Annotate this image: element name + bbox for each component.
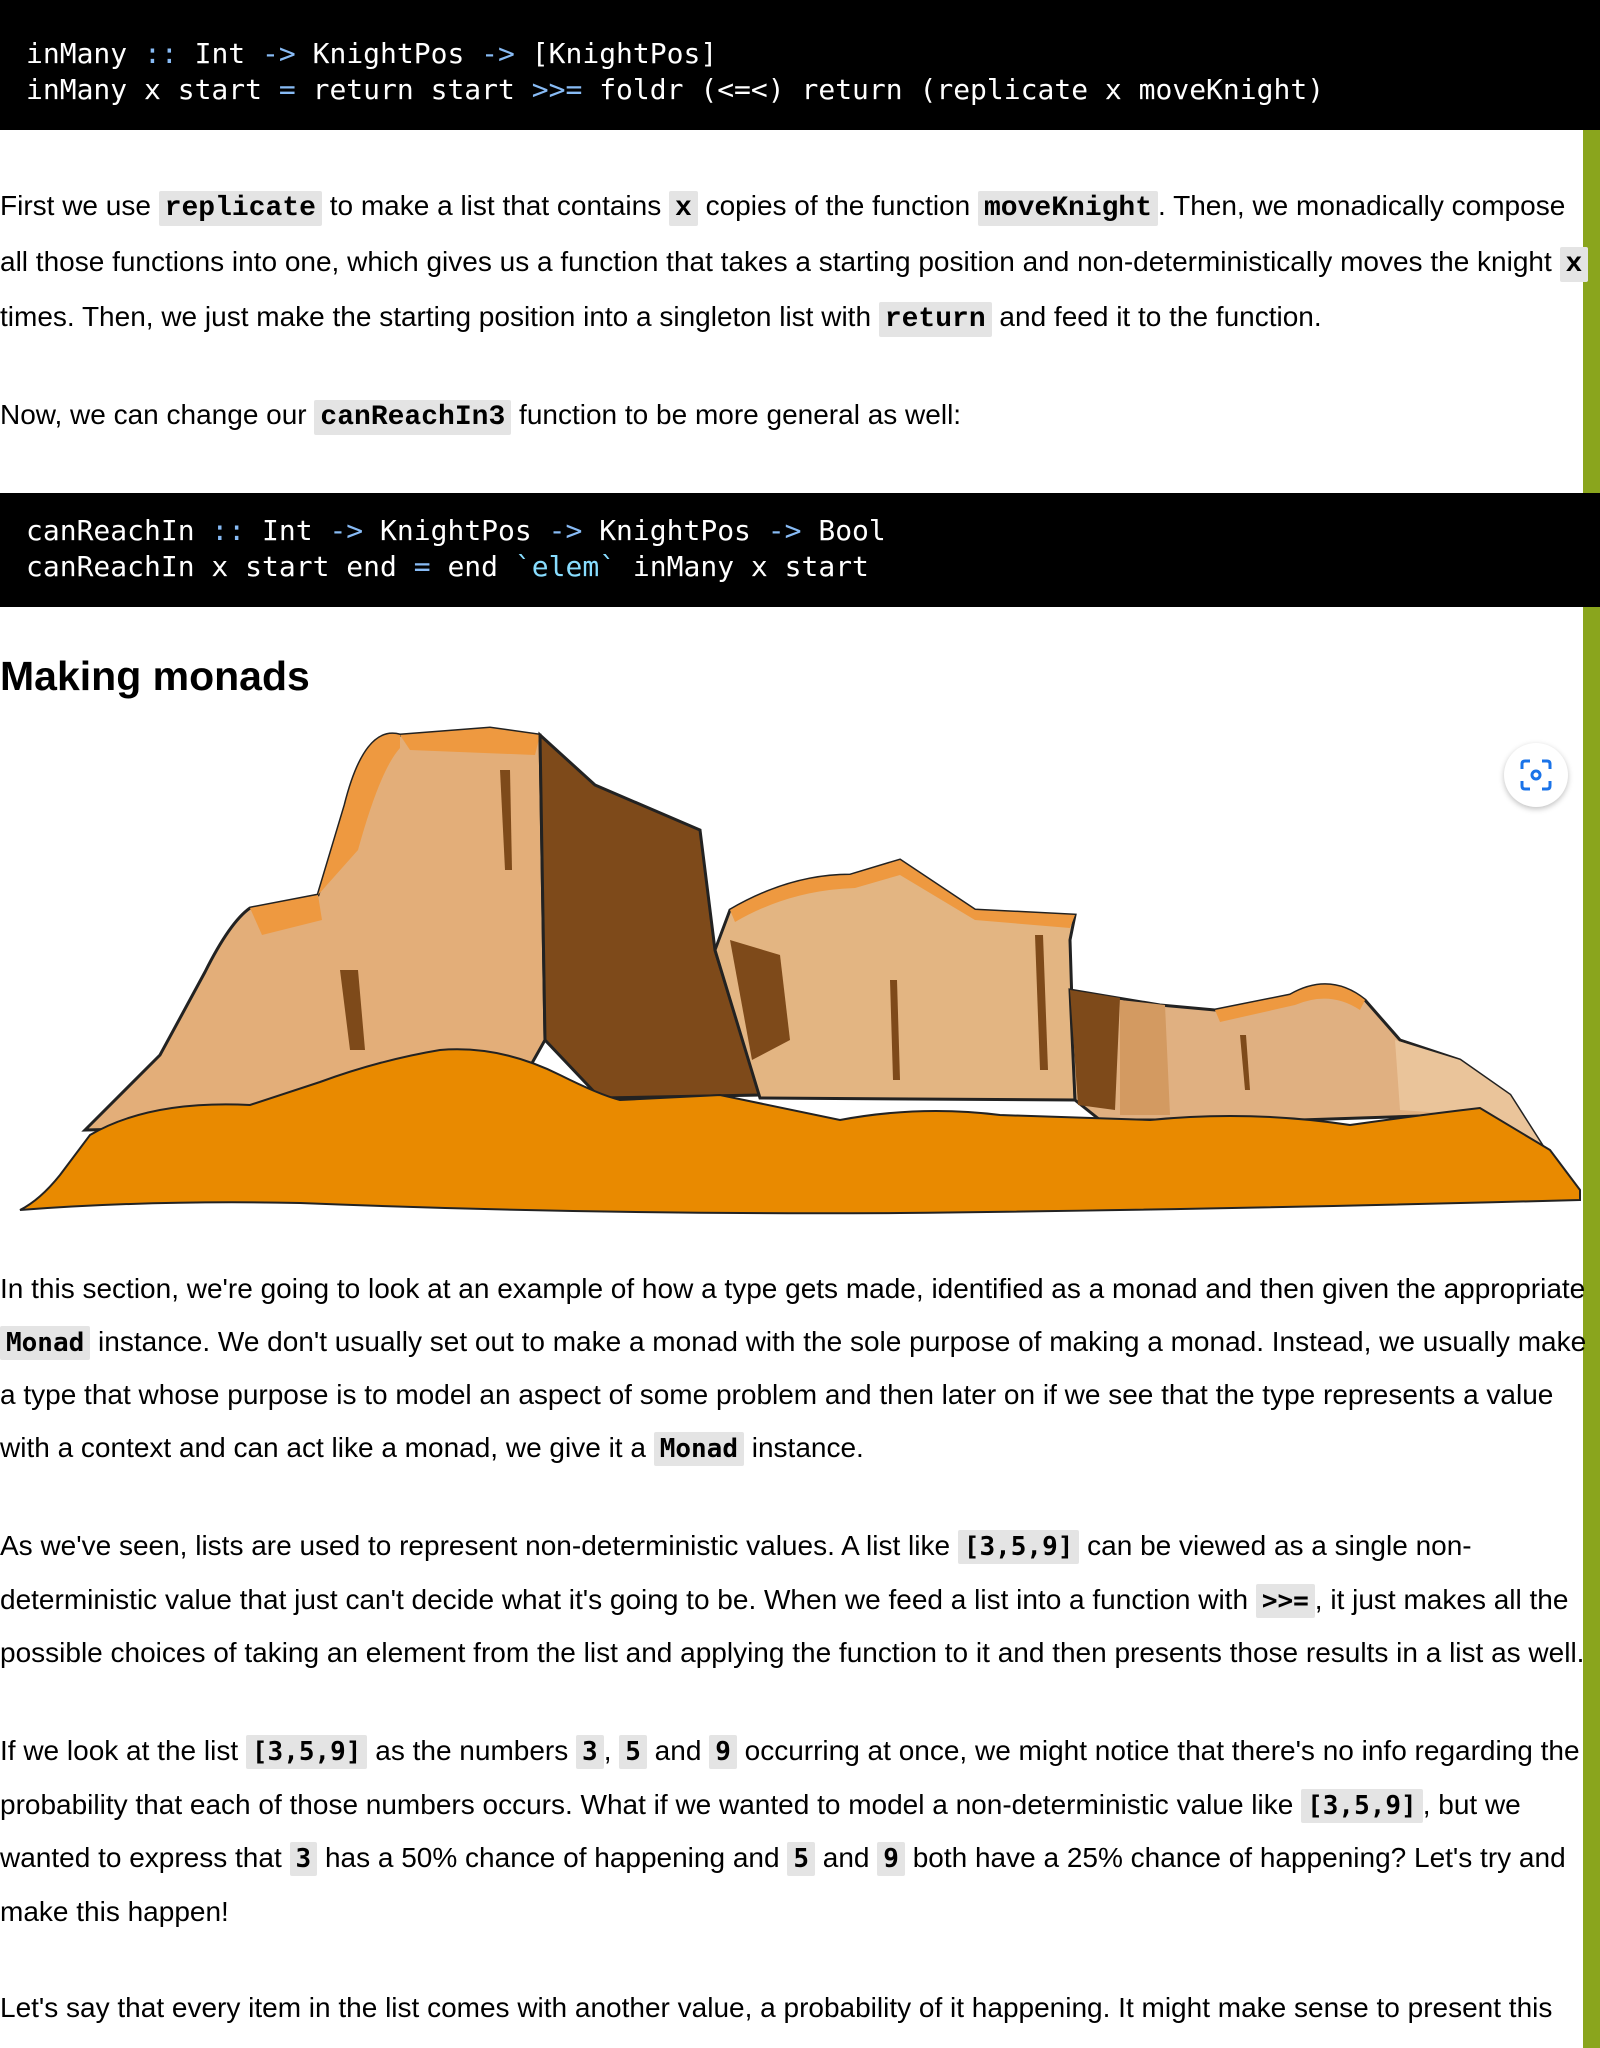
lens-search-icon [1520, 759, 1552, 791]
inline-code: canReachIn3 [314, 400, 512, 435]
paragraph-can-reach: Now, we can change our canReachIn3 funct… [0, 399, 962, 435]
paragraph-lists: As we've seen, lists are used to represe… [0, 1530, 1585, 1668]
lens-search-button[interactable] [1504, 743, 1568, 807]
inline-code: replicate [158, 191, 322, 226]
inline-code: 3 [576, 1735, 604, 1769]
code-line: inMany :: Int -> KnightPos -> [KnightPos… [26, 37, 718, 70]
paragraph-replicate: First we use replicate to make a list th… [0, 180, 1590, 347]
inline-code: Monad [0, 1325, 91, 1360]
paragraph-cutoff: Let's say that every item in the list co… [0, 1992, 1553, 2023]
inline-code: moveKnight [978, 191, 1159, 226]
inline-code: return [878, 302, 992, 337]
code-block-can-reach: canReachIn :: Int -> KnightPos -> Knight… [0, 493, 1600, 607]
inline-code: [3,5,9] [1301, 1788, 1423, 1823]
inline-code: 9 [877, 1842, 905, 1876]
inline-code: 3 [289, 1842, 318, 1876]
code-block-in-many: inMany :: Int -> KnightPos -> [KnightPos… [0, 0, 1600, 130]
code-line: canReachIn :: Int -> KnightPos -> Knight… [26, 514, 886, 547]
inline-code: [3,5,9] [957, 1530, 1080, 1564]
inline-code: 5 [619, 1735, 647, 1769]
mesa-illustration [19, 726, 1581, 1215]
section-heading: Making monads [0, 653, 310, 699]
inline-code: x [1559, 246, 1589, 282]
inline-code: 5 [787, 1842, 815, 1876]
code-line: canReachIn x start end = end `elem` inMa… [26, 550, 869, 583]
inline-code: >>= [1255, 1583, 1315, 1618]
code-line: inMany x start = return start >>= foldr … [26, 73, 1325, 106]
inline-code: [3,5,9] [245, 1735, 368, 1769]
paragraph-intro: In this section, we're going to look at … [0, 1273, 1587, 1466]
inline-code: Monad [653, 1431, 744, 1466]
inline-code: 9 [709, 1735, 737, 1769]
inline-code: x [669, 191, 698, 226]
paragraph-probability: If we look at the list [3,5,9] as the nu… [0, 1735, 1580, 1927]
